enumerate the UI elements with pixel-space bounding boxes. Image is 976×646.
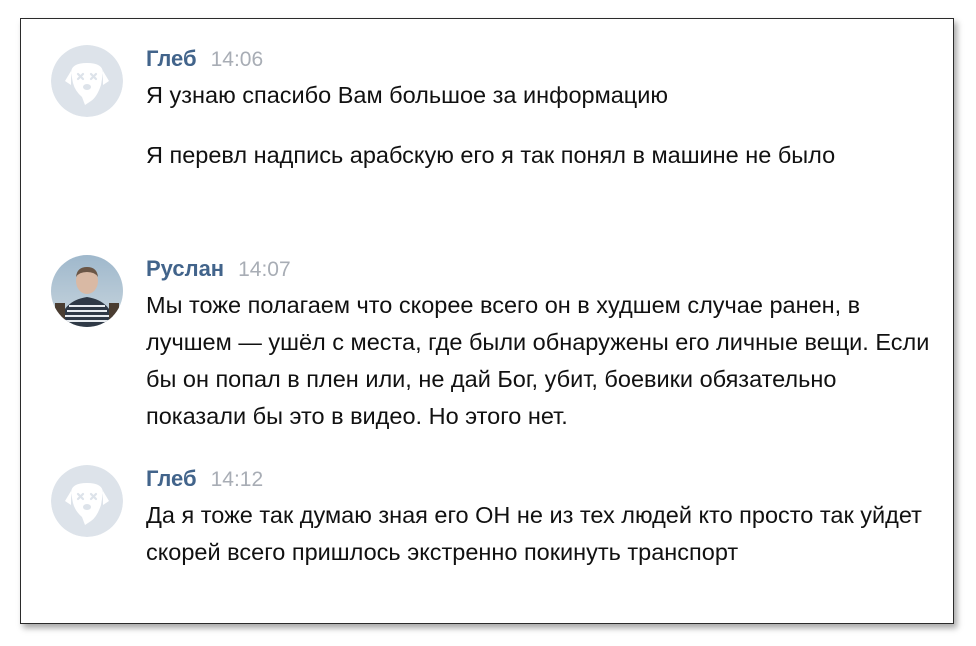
message-time[interactable]: 14:12	[211, 468, 264, 491]
message-header: Глеб 14:12	[146, 465, 933, 493]
avatar[interactable]	[51, 45, 123, 117]
message-body: Глеб 14:06 Я узнаю спасибо Вам большое за…	[146, 45, 933, 174]
deactivated-dog-avatar-icon	[51, 465, 123, 537]
message-history-panel: Глеб 14:06 Я узнаю спасибо Вам большое за…	[20, 18, 954, 624]
author-name[interactable]: Глеб	[146, 46, 197, 71]
message-text: Я перевл надпись арабскую его я так поня…	[146, 142, 836, 168]
user-photo-avatar-icon	[51, 255, 123, 327]
message-text: Мы тоже полагаем что скорее всего он в х…	[146, 292, 930, 429]
author-name[interactable]: Руслан	[146, 256, 224, 281]
avatar[interactable]	[51, 255, 123, 327]
message-time[interactable]: 14:07	[238, 258, 291, 281]
message-body: Глеб 14:12 Да я тоже так думаю зная его О…	[146, 465, 933, 571]
message-header: Глеб 14:06	[146, 45, 933, 73]
deactivated-dog-avatar-icon	[51, 45, 123, 117]
avatar[interactable]	[51, 465, 123, 537]
message-text: Да я тоже так думаю зная его ОН не из те…	[146, 502, 922, 565]
message-text: Я узнаю спасибо Вам большое за информаци…	[146, 82, 669, 108]
author-name[interactable]: Глеб	[146, 466, 197, 491]
message-body: Руслан 14:07 Мы тоже полагаем что скорее …	[146, 255, 933, 435]
message-time[interactable]: 14:06	[211, 48, 264, 71]
message-header: Руслан 14:07	[146, 255, 933, 283]
